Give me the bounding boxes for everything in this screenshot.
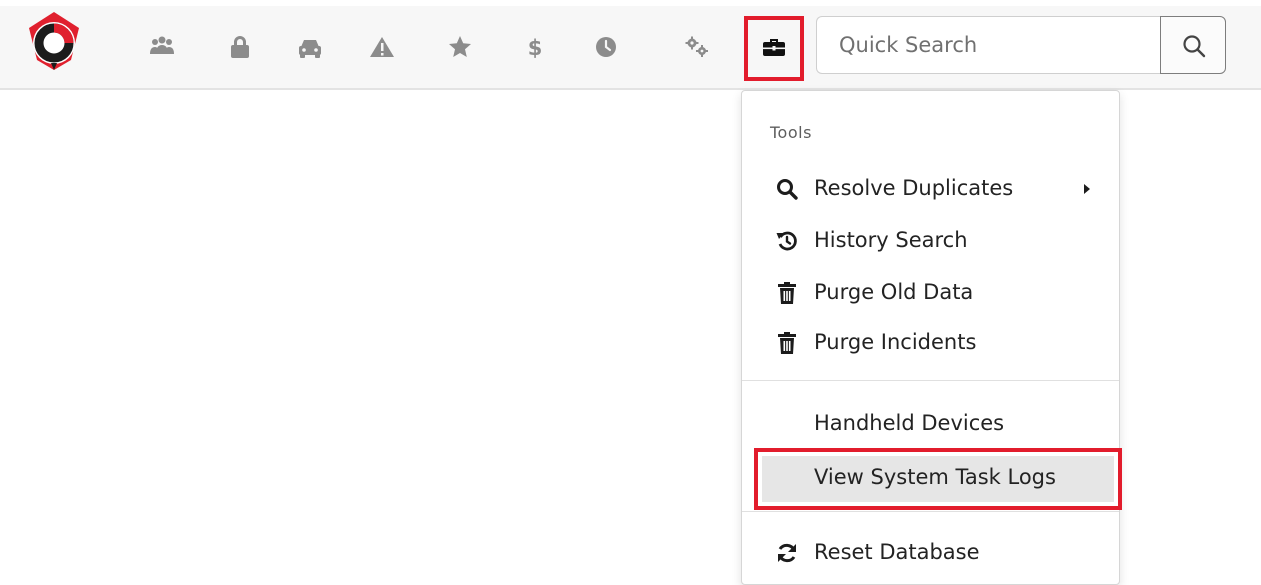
dollar-icon[interactable]: $ xyxy=(521,33,549,61)
refresh-icon xyxy=(778,543,796,563)
app-logo[interactable] xyxy=(27,10,81,72)
top-toolbar: $ xyxy=(0,0,1261,90)
top-cutoff-strip xyxy=(0,0,1261,6)
tools-dropdown-menu: Tools Resolve Duplicates History Search … xyxy=(741,90,1122,585)
toolbox-icon xyxy=(763,39,785,56)
menu-item-label: Purge Old Data xyxy=(814,280,974,304)
trash-icon xyxy=(778,332,796,354)
search-icon xyxy=(777,179,798,200)
menu-item-history-search[interactable]: History Search xyxy=(742,218,1119,264)
menu-item-resolve-duplicates[interactable]: Resolve Duplicates xyxy=(742,166,1119,212)
search-button[interactable] xyxy=(1160,16,1226,74)
star-icon[interactable] xyxy=(446,33,474,61)
warning-icon[interactable] xyxy=(368,33,396,61)
menu-item-view-system-task-logs[interactable]: View System Task Logs xyxy=(754,448,1122,510)
quick-search-input[interactable] xyxy=(816,16,1162,74)
caret-right-icon xyxy=(1084,184,1090,194)
menu-item-label: Purge Incidents xyxy=(814,330,977,354)
trash-icon xyxy=(778,282,796,304)
users-icon[interactable] xyxy=(148,33,176,61)
menu-item-label: Reset Database xyxy=(814,540,980,564)
menu-item-label: View System Task Logs xyxy=(814,465,1056,489)
tools-menu-button[interactable] xyxy=(744,16,804,81)
menu-item-label: Resolve Duplicates xyxy=(814,176,1014,200)
search-icon xyxy=(1183,35,1206,58)
menu-item-purge-incidents[interactable]: Purge Incidents xyxy=(742,320,1119,366)
menu-item-reset-database[interactable]: Reset Database xyxy=(742,530,1119,576)
history-icon xyxy=(776,231,797,251)
menu-item-label: Handheld Devices xyxy=(814,411,1005,435)
menu-item-label: History Search xyxy=(814,228,968,252)
gears-icon[interactable] xyxy=(683,33,711,61)
menu-item-purge-old-data[interactable]: Purge Old Data xyxy=(742,270,1119,316)
menu-divider xyxy=(742,380,1119,381)
lock-icon[interactable] xyxy=(226,33,254,61)
menu-item-handheld-devices[interactable]: Handheld Devices xyxy=(742,401,1119,447)
svg-text:$: $ xyxy=(528,36,543,60)
menu-header-tools: Tools xyxy=(770,123,812,142)
menu-divider xyxy=(742,511,1119,512)
car-icon[interactable] xyxy=(296,33,324,61)
clock-icon[interactable] xyxy=(592,33,620,61)
